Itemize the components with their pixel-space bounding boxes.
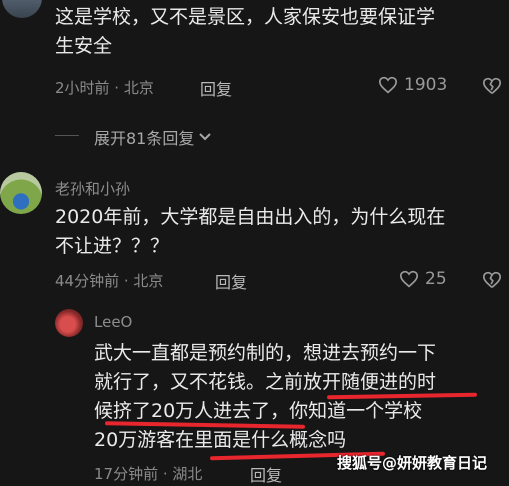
heart-icon xyxy=(399,270,419,288)
reply-time-location: 17分钟前 · 湖北 xyxy=(94,465,203,483)
avatar[interactable] xyxy=(55,309,83,337)
heart-icon xyxy=(378,76,398,94)
like-count: 1903 xyxy=(404,75,448,95)
dislike-button[interactable] xyxy=(482,77,502,99)
comment-time-location: 2小时前 · 北京 xyxy=(55,79,154,97)
like-count: 25 xyxy=(425,269,447,289)
watermark: 搜狐号@妍妍教育日记 xyxy=(337,454,488,472)
comment-text-line: 2020年前，大学都是自由出入的，为什么现在 xyxy=(55,206,446,228)
like-button[interactable]: 25 xyxy=(399,269,447,289)
reply-text-line: 武大一直都是预约制的，想进去预约一下 xyxy=(94,342,437,364)
reply-button[interactable]: 回复 xyxy=(250,462,282,486)
broken-heart-icon xyxy=(482,77,502,94)
broken-heart-icon xyxy=(482,271,502,288)
dislike-button[interactable] xyxy=(482,271,502,293)
chevron-down-icon xyxy=(199,133,212,141)
avatar[interactable] xyxy=(0,172,42,214)
expand-replies-button[interactable]: 展开81条回复 xyxy=(94,125,212,149)
like-button[interactable]: 1903 xyxy=(378,75,447,95)
comment-text: 这是学校，又不是景区，人家保安也要保证学 生安全 xyxy=(55,3,505,61)
reply-button[interactable]: 回复 xyxy=(200,76,232,100)
comment-text: 2020年前，大学都是自由出入的，为什么现在 不让进？？？ xyxy=(55,203,505,261)
comment-text-line: 这是学校，又不是景区，人家保安也要保证学 xyxy=(55,6,436,28)
expand-replies-label: 展开81条回复 xyxy=(94,129,195,148)
divider-line xyxy=(55,135,79,136)
comment-text-line: 不让进？？？ xyxy=(55,235,170,257)
username[interactable]: LeeO xyxy=(94,313,132,331)
avatar[interactable] xyxy=(2,0,42,18)
reply-text-line: 20万游客在里面是什么概念吗 xyxy=(94,429,347,451)
comment-text-line: 生安全 xyxy=(55,35,113,57)
reply-button[interactable]: 回复 xyxy=(215,269,247,293)
username[interactable]: 老孙和小孙 xyxy=(55,178,130,199)
comment-time-location: 44分钟前 · 北京 xyxy=(55,272,164,290)
